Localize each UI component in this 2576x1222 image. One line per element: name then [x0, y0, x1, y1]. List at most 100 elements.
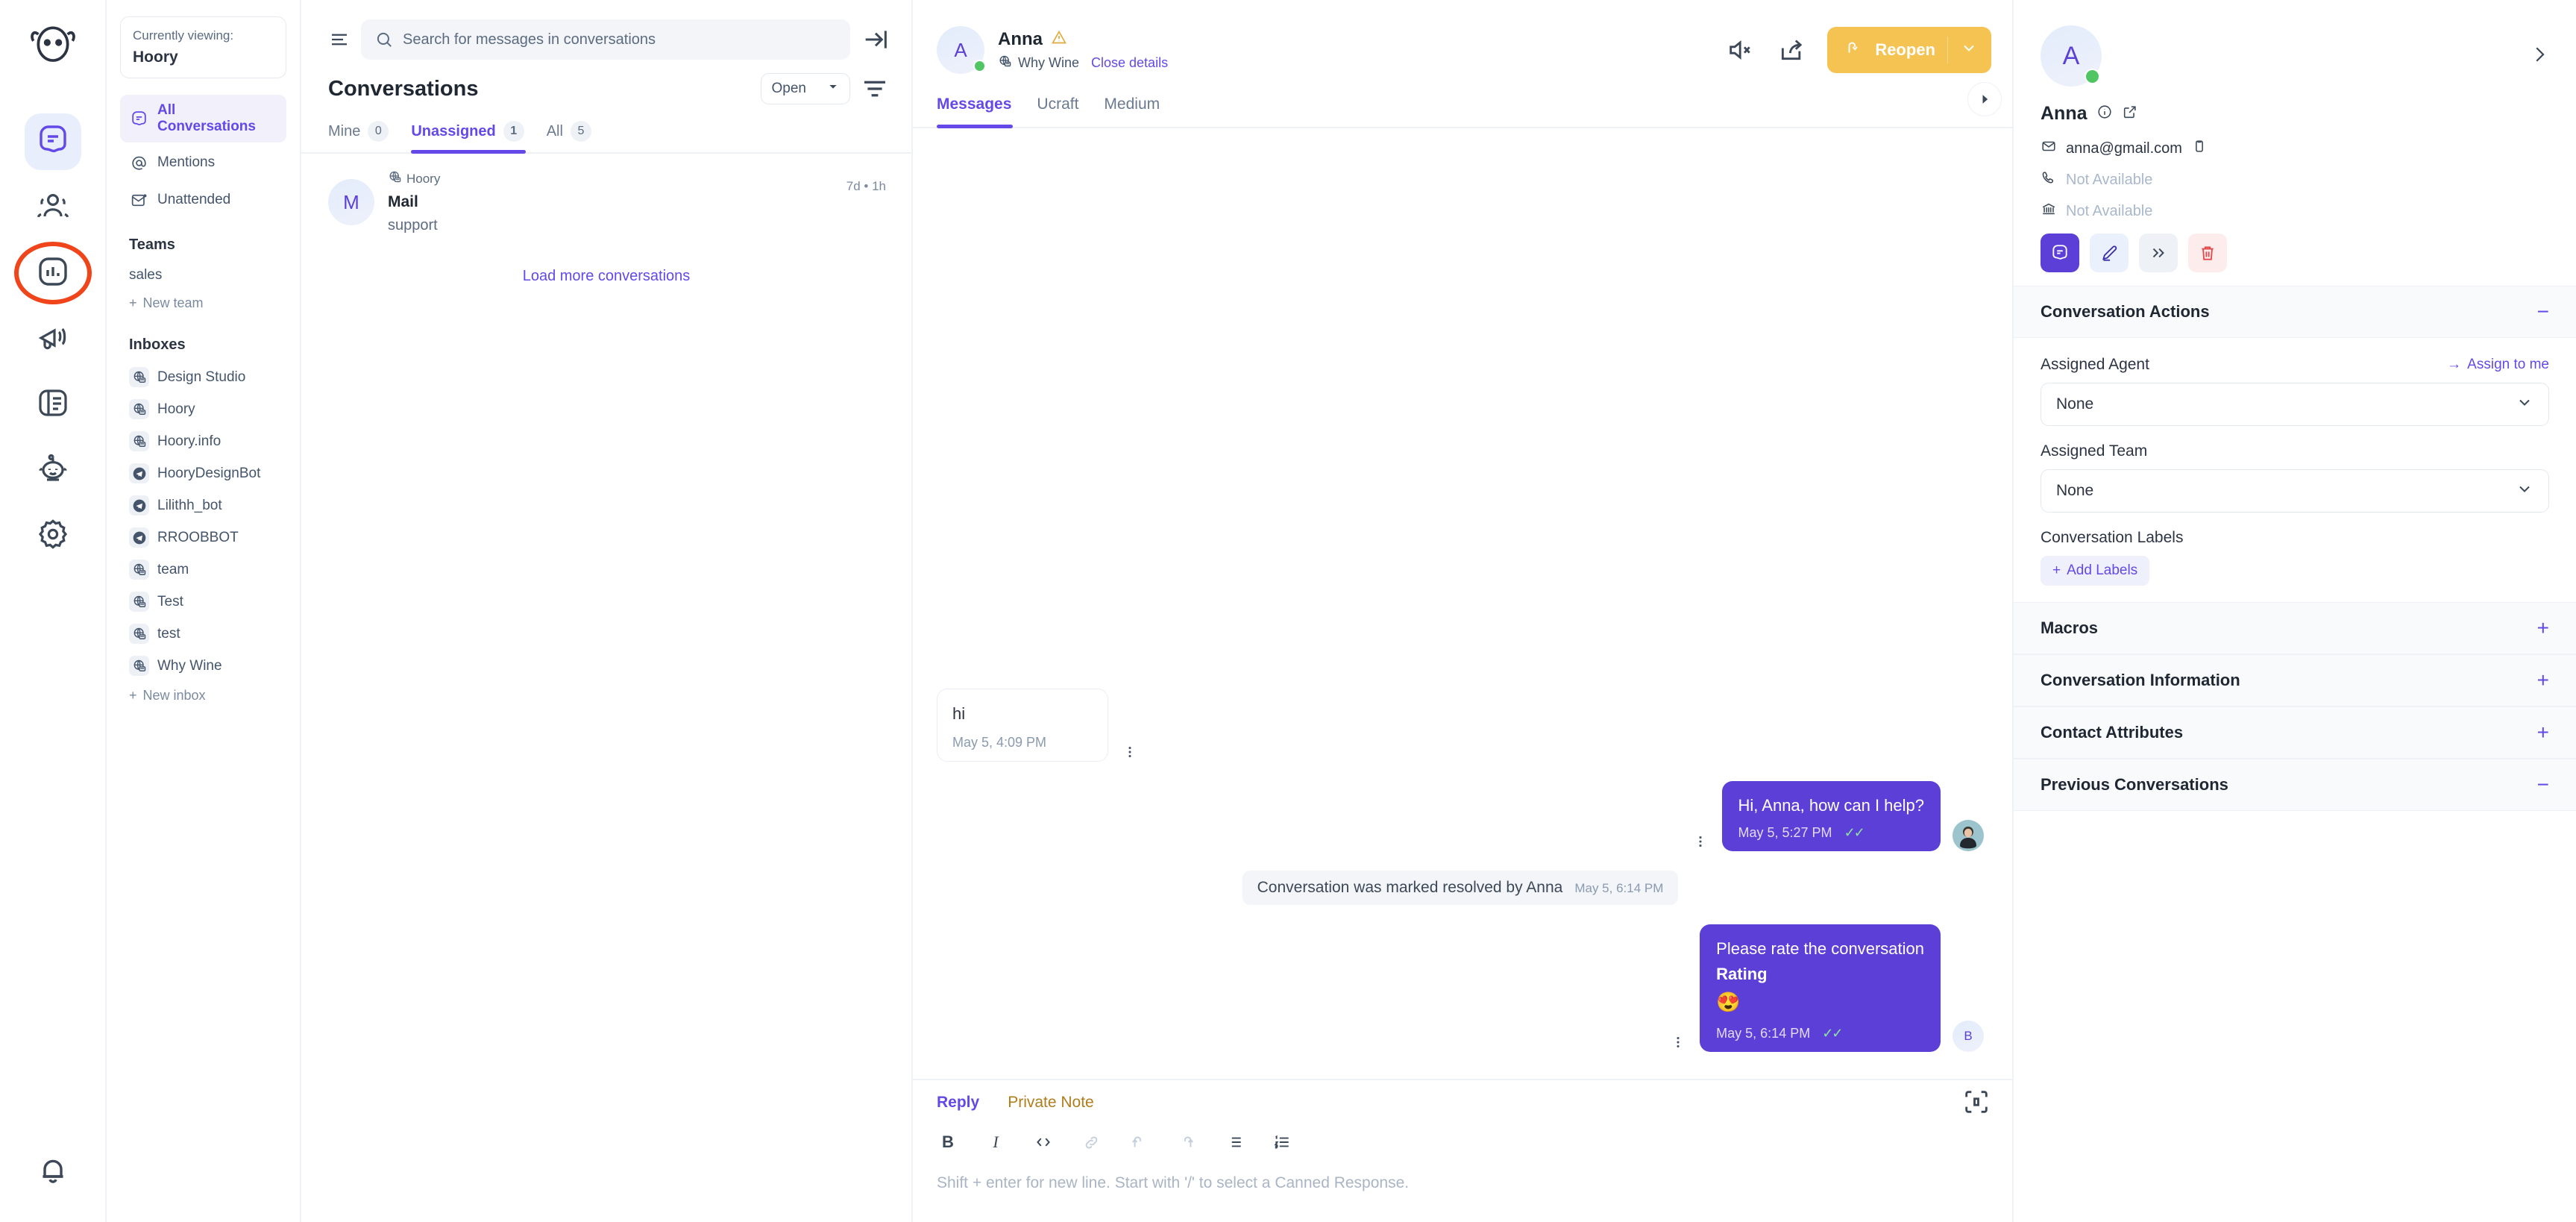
expand-editor-icon[interactable] — [1961, 1087, 1991, 1117]
contact-email: anna@gmail.com — [2066, 140, 2182, 157]
rail-item-campaigns[interactable] — [25, 310, 81, 367]
assigned-agent-select[interactable]: None — [2041, 383, 2549, 426]
sidebar-item-mentions[interactable]: Mentions — [120, 145, 286, 180]
new-team-button[interactable]: + New team — [120, 289, 286, 317]
message-bubble-outgoing: Please rate the conversation Rating 😍 Ma… — [1700, 924, 1941, 1052]
sidebar-item-all-conversations[interactable]: All Conversations — [120, 95, 286, 142]
copy-icon[interactable] — [2191, 138, 2208, 159]
edit-contact-button[interactable] — [2090, 234, 2129, 272]
sidebar-inbox-rroobbot[interactable]: RROOBBOT — [120, 521, 286, 554]
tabs-scroll-right-icon[interactable] — [1967, 82, 2002, 116]
tab-reply[interactable]: Reply — [937, 1080, 979, 1124]
reopen-button[interactable]: Reopen — [1827, 27, 1991, 73]
inbox-label: Test — [157, 593, 183, 610]
share-icon[interactable] — [1777, 35, 1806, 65]
expand-toggle-icon[interactable]: + — [2537, 722, 2549, 743]
rail-item-reports[interactable] — [13, 242, 92, 304]
expand-toggle-icon[interactable]: + — [2537, 670, 2549, 691]
info-icon[interactable] — [2096, 104, 2113, 124]
message-menu-icon[interactable] — [1691, 832, 1710, 851]
rail-item-portal[interactable] — [25, 376, 81, 433]
search-box[interactable] — [361, 19, 850, 60]
collapse-toggle-icon[interactable]: − — [2537, 774, 2549, 795]
section-header-previous-conversations[interactable]: Previous Conversations − — [2014, 759, 2576, 811]
message-menu-icon[interactable] — [1668, 1033, 1688, 1052]
rail-item-notifications[interactable] — [25, 1143, 81, 1200]
bold-icon[interactable]: B — [937, 1131, 959, 1153]
close-details-button[interactable]: Close details — [1091, 55, 1168, 71]
section-header-conversation-actions[interactable]: Conversation Actions − — [2014, 286, 2576, 338]
conversation-inbox: Hoory — [388, 170, 833, 188]
reports-icon — [35, 254, 71, 293]
load-more-button[interactable]: Load more conversations — [301, 253, 911, 300]
numbered-list-icon[interactable] — [1271, 1131, 1293, 1153]
collapse-panel-icon[interactable] — [861, 25, 890, 54]
tab-messages[interactable]: Messages — [937, 84, 1025, 128]
tab-unassigned[interactable]: Unassigned 1 — [411, 116, 535, 154]
system-message-row: Conversation was marked resolved by Anna… — [937, 871, 1984, 906]
merge-contact-button[interactable] — [2139, 234, 2178, 272]
conversation-labels-title: Conversation Labels — [2041, 529, 2184, 546]
conversation-list-item[interactable]: M Hoory Mail support 7d • 1h — [301, 154, 911, 253]
assigned-team-select[interactable]: None — [2041, 469, 2549, 513]
plus-icon: + — [2052, 563, 2061, 578]
reopen-label: Reopen — [1875, 40, 1935, 59]
reply-input-placeholder[interactable]: Shift + enter for new line. Start with '… — [913, 1158, 2012, 1222]
avatar: M — [328, 179, 374, 225]
tab-medium[interactable]: Medium — [1104, 84, 1173, 127]
collapse-toggle-icon[interactable]: − — [2537, 301, 2549, 322]
redo-icon[interactable] — [1175, 1131, 1198, 1153]
sidebar-inbox-why-wine[interactable]: Why Wine — [120, 650, 286, 682]
sidebar-inbox-team[interactable]: team — [120, 554, 286, 586]
conversation-contact-name: Mail — [388, 193, 418, 210]
add-labels-button[interactable]: + Add Labels — [2041, 556, 2150, 586]
tab-all[interactable]: All 5 — [547, 116, 603, 152]
tab-ucraft[interactable]: Ucraft — [1037, 84, 1092, 127]
filter-icon[interactable] — [859, 73, 890, 104]
assigned-agent-value: None — [2056, 395, 2094, 413]
plus-icon: + — [129, 688, 137, 703]
sidebar-inbox-test-upper[interactable]: Test — [120, 586, 286, 618]
contact-email-row: anna@gmail.com — [2041, 138, 2549, 159]
rail-item-contacts[interactable] — [25, 179, 81, 236]
expand-toggle-icon[interactable]: + — [2537, 618, 2549, 639]
rail-item-conversations[interactable] — [24, 113, 81, 170]
sidebar-inbox-hoory[interactable]: Hoory — [120, 393, 286, 425]
sidebar-inbox-hoory-info[interactable]: Hoory.info — [120, 425, 286, 457]
open-external-icon[interactable] — [2122, 104, 2138, 124]
status-filter-select[interactable]: Open — [760, 73, 850, 104]
delivery-status-icon: ✓✓ — [1844, 825, 1865, 841]
section-header-conversation-information[interactable]: Conversation Information + — [2014, 654, 2576, 706]
sidebar-item-unattended[interactable]: Unattended — [120, 183, 286, 217]
tab-label: Mine — [328, 122, 361, 140]
sidebar-inbox-design-studio[interactable]: Design Studio — [120, 361, 286, 393]
sidebar-inbox-hoorydesignbot[interactable]: HooryDesignBot — [120, 457, 286, 489]
new-inbox-button[interactable]: + New inbox — [120, 682, 286, 709]
chevron-right-icon[interactable] — [2528, 43, 2551, 69]
sidebar-inbox-lilithh-bot[interactable]: Lilithh_bot — [120, 489, 286, 521]
sidebar-inbox-test-lower[interactable]: test — [120, 618, 286, 650]
rail-item-settings[interactable] — [25, 507, 81, 564]
currently-viewing-box[interactable]: Currently viewing: Hoory — [120, 16, 286, 78]
hamburger-icon[interactable] — [328, 28, 351, 51]
tab-mine[interactable]: Mine 0 — [328, 116, 400, 152]
mute-icon[interactable] — [1726, 35, 1756, 65]
link-icon[interactable] — [1080, 1131, 1102, 1153]
chevron-down-icon[interactable] — [1960, 39, 1978, 61]
section-header-macros[interactable]: Macros + — [2014, 602, 2576, 654]
tab-private-note[interactable]: Private Note — [1008, 1080, 1094, 1124]
undo-icon[interactable] — [1128, 1131, 1150, 1153]
megaphone-icon — [35, 319, 71, 359]
delete-contact-button[interactable] — [2188, 234, 2227, 272]
new-conversation-button[interactable] — [2041, 234, 2079, 272]
search-input[interactable] — [403, 31, 837, 48]
message-menu-icon[interactable] — [1120, 742, 1140, 762]
sidebar-item-label: All Conversations — [157, 102, 256, 134]
code-icon[interactable] — [1032, 1131, 1055, 1153]
sidebar-item-team-sales[interactable]: sales — [120, 261, 286, 289]
rail-item-bots[interactable] — [25, 442, 81, 498]
bullet-list-icon[interactable] — [1223, 1131, 1245, 1153]
assign-to-me-button[interactable]: → Assign to me — [2447, 357, 2549, 373]
italic-icon[interactable]: I — [984, 1131, 1007, 1153]
section-header-contact-attributes[interactable]: Contact Attributes + — [2014, 706, 2576, 759]
